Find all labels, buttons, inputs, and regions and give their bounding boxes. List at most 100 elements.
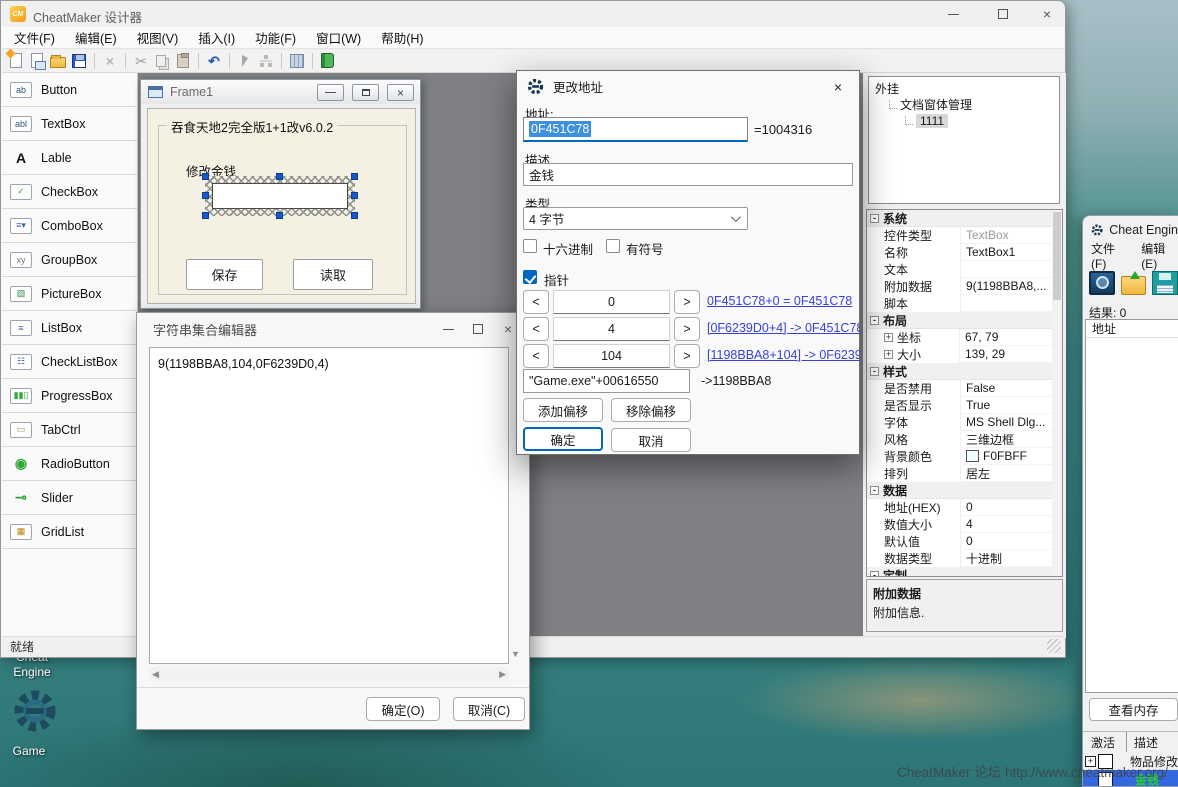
- property-value[interactable]: MS Shell Dlg...: [960, 414, 1062, 431]
- book-icon[interactable]: [321, 53, 334, 68]
- property-row[interactable]: - 样式: [867, 363, 1062, 380]
- select-process-icon[interactable]: [1089, 271, 1115, 295]
- description-column-header[interactable]: 描述: [1127, 734, 1158, 751]
- property-value[interactable]: 0: [960, 499, 1062, 516]
- tree-node-doc-manager[interactable]: 文档窗体管理: [875, 97, 1059, 113]
- selection-handle[interactable]: [351, 212, 358, 219]
- property-row[interactable]: + 坐标 67, 79: [867, 329, 1062, 346]
- menu-file[interactable]: 文件(F): [4, 25, 65, 50]
- expand-collapse-icon[interactable]: +: [884, 333, 893, 342]
- toolbox-item[interactable]: ▮▮▯ ProgressBox: [2, 379, 137, 413]
- scrollbar-thumb[interactable]: [1053, 212, 1061, 300]
- form-design-surface[interactable]: 吞食天地2完全版1+1改v6.0.2 修改金钱 保存 读取: [147, 108, 416, 304]
- save-button-control[interactable]: 保存: [186, 259, 263, 290]
- property-value[interactable]: 十进制: [960, 550, 1062, 567]
- offset-input[interactable]: 0: [553, 290, 670, 314]
- toolbox-item[interactable]: ✓ CheckBox: [2, 175, 137, 209]
- cut-icon[interactable]: ✂: [132, 52, 150, 70]
- menu-window[interactable]: 窗口(W): [306, 25, 371, 50]
- selection-handle[interactable]: [276, 212, 283, 219]
- description-input[interactable]: 金钱: [523, 163, 853, 186]
- textbox-control[interactable]: [212, 183, 348, 209]
- selection-handle[interactable]: [202, 212, 209, 219]
- property-row[interactable]: 是否禁用 False: [867, 380, 1062, 397]
- maximize-button[interactable]: [983, 1, 1023, 27]
- property-row[interactable]: 是否显示 True: [867, 397, 1062, 414]
- read-button-control[interactable]: 读取: [293, 259, 373, 290]
- dialog-title-bar[interactable]: 更改地址: [517, 71, 859, 101]
- hex-checkbox[interactable]: [523, 239, 537, 253]
- desktop-icon-label-game[interactable]: Game: [0, 744, 61, 759]
- property-row[interactable]: 默认值 0: [867, 533, 1062, 550]
- hierarchy-icon[interactable]: [260, 55, 272, 67]
- property-value[interactable]: 67, 79: [959, 329, 1062, 346]
- address-column-header[interactable]: 地址: [1086, 320, 1178, 338]
- toolbox-item[interactable]: ≡▾ ComboBox: [2, 209, 137, 243]
- toolbox-item[interactable]: ab Button: [2, 73, 137, 107]
- frame1-close-button[interactable]: ×: [387, 84, 414, 101]
- property-row[interactable]: 地址(HEX) 0: [867, 499, 1062, 516]
- menu-help[interactable]: 帮助(H): [371, 25, 433, 50]
- cancel-button[interactable]: 取消: [611, 428, 691, 452]
- menu-edit[interactable]: 编辑(E): [65, 25, 127, 50]
- expand-collapse-icon[interactable]: -: [870, 316, 879, 325]
- property-row[interactable]: + 大小 139, 29: [867, 346, 1062, 363]
- property-row[interactable]: 控件类型 TextBox: [867, 227, 1062, 244]
- property-row[interactable]: 名称 TextBox1: [867, 244, 1062, 261]
- property-value[interactable]: TextBox1: [960, 244, 1062, 261]
- horizontal-scrollbar[interactable]: ◀ ▶: [149, 667, 509, 681]
- offset-increase-button[interactable]: >: [674, 317, 700, 341]
- scan-results-list[interactable]: 地址: [1085, 319, 1178, 693]
- toolbox-item[interactable]: A Lable: [2, 141, 137, 175]
- property-row[interactable]: 排列 居左: [867, 465, 1062, 482]
- property-value[interactable]: 9(1198BBA8,...: [960, 278, 1062, 295]
- property-value[interactable]: TextBox: [960, 227, 1062, 244]
- resize-grip[interactable]: [1047, 639, 1061, 653]
- offset-input[interactable]: 104: [553, 344, 670, 368]
- property-value[interactable]: 4: [960, 516, 1062, 533]
- selection-handle[interactable]: [202, 192, 209, 199]
- toolbox-item[interactable]: ▭ TabCtrl: [2, 413, 137, 447]
- undo-icon[interactable]: ↶: [205, 52, 223, 70]
- hex-checkbox-label[interactable]: 十六进制: [543, 239, 593, 258]
- menu-edit[interactable]: 编辑(E): [1141, 240, 1178, 271]
- type-select[interactable]: 4 字节: [523, 207, 748, 230]
- property-row[interactable]: 脚本: [867, 295, 1062, 312]
- view-memory-button[interactable]: 查看内存: [1089, 698, 1178, 721]
- scroll-left-icon[interactable]: ◀: [152, 669, 159, 680]
- scroll-right-icon[interactable]: ▶: [499, 669, 506, 680]
- pointer-resolve-link[interactable]: [1198BBA8+104] -> 0F6239D0: [707, 348, 860, 362]
- expand-collapse-icon[interactable]: -: [870, 367, 879, 376]
- expand-collapse-icon[interactable]: -: [870, 571, 879, 578]
- menu-function[interactable]: 功能(F): [245, 25, 306, 50]
- property-row[interactable]: - 数据: [867, 482, 1062, 499]
- save-table-icon[interactable]: [1152, 271, 1178, 295]
- offset-decrease-button[interactable]: <: [523, 344, 549, 368]
- menu-insert[interactable]: 插入(I): [188, 25, 245, 50]
- toolbox-item[interactable]: ⊸ Slider: [2, 481, 137, 515]
- property-row[interactable]: 背景颜色 F0FBFF: [867, 448, 1062, 465]
- property-value[interactable]: 0: [960, 533, 1062, 550]
- pointer-resolve-link[interactable]: 0F451C78+0 = 0F451C78: [707, 294, 860, 308]
- open-table-icon[interactable]: [1121, 276, 1147, 295]
- address-input[interactable]: 0F451C78: [523, 117, 748, 142]
- main-title-bar[interactable]: CM CheatMaker 设计器 ×: [1, 1, 1065, 27]
- cancel-button[interactable]: 取消(C): [453, 697, 525, 721]
- ok-button[interactable]: 确定: [523, 427, 603, 451]
- offset-input[interactable]: 4: [553, 317, 670, 341]
- frame1-minimize-button[interactable]: [317, 84, 344, 101]
- new-window-icon[interactable]: [31, 53, 43, 68]
- offset-decrease-button[interactable]: <: [523, 317, 549, 341]
- toolbox-item[interactable]: xy GroupBox: [2, 243, 137, 277]
- property-value[interactable]: 居左: [960, 465, 1062, 482]
- selection-handle[interactable]: [276, 173, 283, 180]
- delete-icon[interactable]: ×: [101, 52, 119, 70]
- maximize-button[interactable]: [463, 313, 493, 345]
- save-icon[interactable]: [72, 54, 86, 68]
- offset-decrease-button[interactable]: <: [523, 290, 549, 314]
- close-button[interactable]: ×: [1027, 1, 1067, 27]
- property-row[interactable]: - 布局: [867, 312, 1062, 329]
- frame1-restore-button[interactable]: [352, 84, 379, 101]
- new-file-icon[interactable]: [10, 53, 22, 68]
- selection-handle[interactable]: [202, 173, 209, 180]
